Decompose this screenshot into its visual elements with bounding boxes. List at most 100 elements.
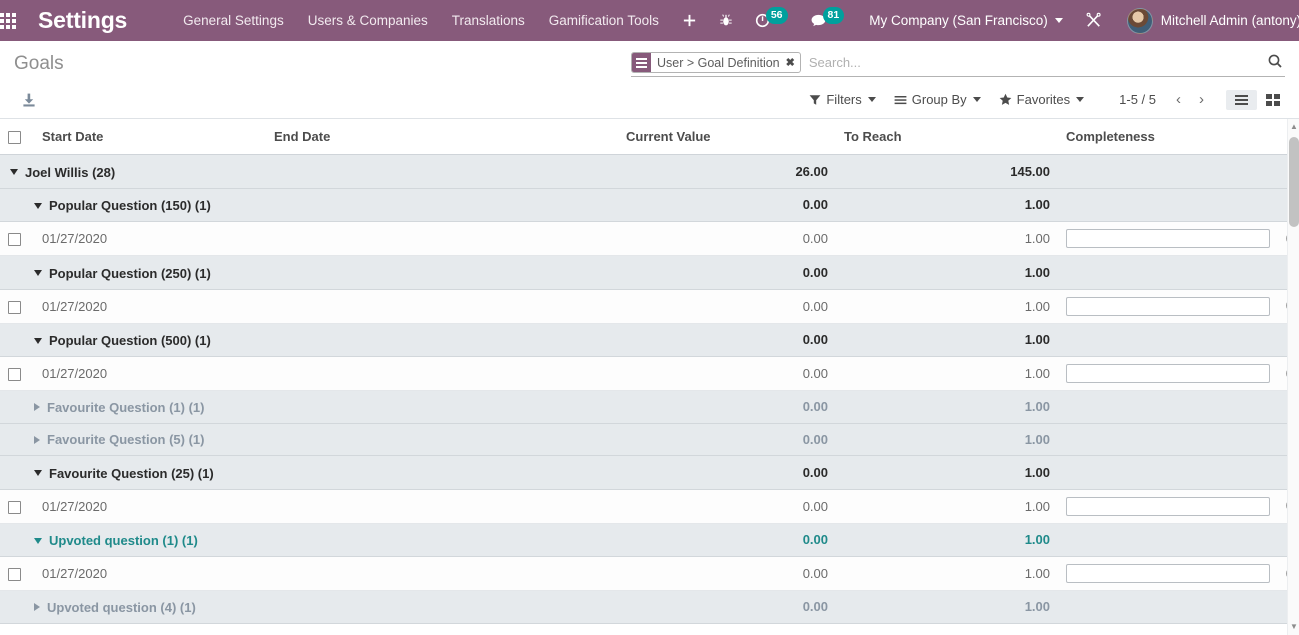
table-row[interactable]: 01/27/2020 0.001.000%: [0, 289, 1299, 324]
column-header-completeness[interactable]: Completeness: [1058, 119, 1287, 156]
cell-end-date[interactable]: [266, 356, 618, 392]
row-select-cell: [0, 221, 34, 257]
cell-current-value[interactable]: 0.00: [618, 356, 836, 392]
cell-completeness[interactable]: 0%: [1058, 221, 1299, 257]
cell-end-date[interactable]: [266, 489, 618, 524]
plus-icon[interactable]: [671, 0, 708, 41]
caret-right-icon: [34, 435, 40, 444]
cell-completeness[interactable]: 0%: [1058, 289, 1299, 324]
bug-icon[interactable]: [708, 0, 744, 41]
group-row[interactable]: Favourite Question (1) (1) 0.00 1.00: [0, 390, 1287, 424]
group-row-label-cell[interactable]: Joel Willis (28): [0, 154, 618, 189]
group-to-reach: 1.00: [836, 590, 1058, 624]
cell-to-reach[interactable]: 1.00: [836, 356, 1058, 392]
row-checkbox[interactable]: [8, 300, 21, 314]
group-row-label-cell[interactable]: Upvoted question (4) (1): [0, 590, 618, 624]
group-row-label-cell[interactable]: Favourite Question (1) (1): [0, 390, 618, 424]
caret-down-icon: [34, 337, 42, 344]
list-view-icon[interactable]: [1226, 89, 1257, 110]
cell-start-date[interactable]: 01/27/2020: [34, 221, 266, 257]
row-checkbox[interactable]: [8, 233, 21, 247]
user-menu[interactable]: Mitchell Admin (antony): [1117, 0, 1299, 41]
messages-count-badge: 81: [822, 7, 845, 24]
control-panel: Goals User > Goal Definition ✖ Search...…: [0, 41, 1299, 119]
cell-end-date[interactable]: [266, 556, 618, 592]
cell-start-date[interactable]: 01/27/2020: [34, 356, 266, 392]
download-export-icon[interactable]: [14, 89, 44, 111]
column-header-to-reach[interactable]: To Reach: [836, 119, 1058, 156]
group-by-dropdown[interactable]: Group By: [885, 88, 990, 111]
chevron-right-icon[interactable]: ›: [1191, 90, 1212, 109]
cell-completeness[interactable]: 0%: [1058, 556, 1299, 592]
apps-menu-button[interactable]: [0, 0, 16, 41]
nav-item-translations[interactable]: Translations: [440, 2, 537, 39]
cell-to-reach[interactable]: 1.00: [836, 221, 1058, 257]
group-row[interactable]: Popular Question (250) (1) 0.00 1.00: [0, 255, 1287, 290]
cell-completeness[interactable]: 0%: [1058, 356, 1299, 392]
search-facet-groupby[interactable]: User > Goal Definition ✖: [631, 52, 801, 73]
activities-menu-button[interactable]: 56: [744, 0, 799, 41]
group-row[interactable]: Popular Question (500) (1) 0.00 1.00: [0, 323, 1287, 358]
group-label: Joel Willis (28): [25, 164, 116, 180]
magnifier-icon[interactable]: [1261, 53, 1285, 73]
table-row[interactable]: 01/27/2020 0.001.000%: [0, 489, 1299, 524]
cell-to-reach[interactable]: 1.00: [836, 489, 1058, 524]
group-row[interactable]: Upvoted question (1) (1) 0.00 1.00: [0, 523, 1287, 558]
cell-end-date[interactable]: [266, 221, 618, 257]
cell-start-date[interactable]: 01/27/2020: [34, 556, 266, 592]
group-row-label-cell[interactable]: Upvoted question (1) (1): [0, 523, 618, 558]
cell-completeness[interactable]: 0%: [1058, 489, 1299, 524]
scroll-down-arrow-icon[interactable]: ▼: [1290, 623, 1298, 631]
group-row-label-cell[interactable]: Favourite Question (25) (1): [0, 455, 618, 490]
scrollbar-thumb[interactable]: [1289, 137, 1299, 227]
filters-dropdown[interactable]: Filters: [800, 88, 884, 111]
cell-to-reach[interactable]: 1.00: [836, 289, 1058, 324]
cell-end-date[interactable]: [266, 289, 618, 324]
cell-current-value[interactable]: 0.00: [618, 489, 836, 524]
search-input[interactable]: [802, 52, 1261, 73]
top-navbar: Settings General Settings Users & Compan…: [0, 0, 1299, 41]
scroll-up-arrow-icon[interactable]: ▲: [1290, 123, 1298, 131]
star-icon: [999, 93, 1012, 105]
table-row[interactable]: 01/27/2020 0.001.000%: [0, 221, 1299, 257]
group-row-label-cell[interactable]: Favourite Question (5) (1): [0, 423, 618, 457]
row-checkbox[interactable]: [8, 368, 21, 382]
group-row[interactable]: Upvoted question (4) (1) 0.00 1.00: [0, 590, 1287, 624]
group-row[interactable]: Favourite Question (25) (1) 0.00 1.00: [0, 455, 1287, 490]
group-label: Upvoted question (1) (1): [49, 533, 198, 549]
nav-item-gamification-tools[interactable]: Gamification Tools: [537, 2, 671, 39]
cell-start-date[interactable]: 01/27/2020: [34, 489, 266, 524]
nav-item-general-settings[interactable]: General Settings: [171, 2, 296, 39]
select-all-header: [0, 119, 34, 156]
cell-current-value[interactable]: 0.00: [618, 289, 836, 324]
group-row-label-cell[interactable]: Popular Question (150) (1): [0, 188, 618, 223]
vertical-scrollbar[interactable]: ▲ ▼: [1287, 119, 1299, 635]
nav-item-users-companies[interactable]: Users & Companies: [296, 2, 440, 39]
cell-current-value[interactable]: 0.00: [618, 556, 836, 592]
cell-start-date[interactable]: 01/27/2020: [34, 289, 266, 324]
table-row[interactable]: 01/27/2020 0.001.000%: [0, 556, 1299, 592]
table-row[interactable]: 01/27/2020 0.001.000%: [0, 356, 1299, 392]
messages-menu-button[interactable]: 81: [799, 0, 856, 41]
row-select-cell: [0, 489, 34, 524]
cell-current-value[interactable]: 0.00: [618, 221, 836, 257]
select-all-checkbox[interactable]: [8, 131, 21, 145]
chevron-left-icon[interactable]: ‹: [1168, 90, 1189, 109]
group-row-label-cell[interactable]: Popular Question (500) (1): [0, 323, 618, 358]
row-checkbox[interactable]: [8, 568, 21, 582]
group-row[interactable]: Favourite Question (5) (1) 0.00 1.00: [0, 423, 1287, 457]
company-switcher[interactable]: My Company (San Francisco): [855, 2, 1071, 39]
row-checkbox[interactable]: [8, 500, 21, 514]
developer-tools-button[interactable]: [1071, 0, 1117, 41]
group-row[interactable]: Joel Willis (28) 26.00 145.00: [0, 154, 1287, 189]
group-row-label-cell[interactable]: Popular Question (250) (1): [0, 255, 618, 290]
kanban-view-icon[interactable]: [1257, 89, 1289, 111]
column-header-current-value[interactable]: Current Value: [618, 119, 836, 156]
close-x-icon[interactable]: ✖: [784, 53, 800, 72]
group-row[interactable]: Popular Question (150) (1) 0.00 1.00: [0, 188, 1287, 223]
caret-down-icon: [34, 202, 42, 209]
cell-to-reach[interactable]: 1.00: [836, 556, 1058, 592]
column-header-end-date[interactable]: End Date: [266, 119, 618, 156]
column-header-start-date[interactable]: Start Date: [34, 119, 266, 156]
favorites-dropdown[interactable]: Favorites: [990, 88, 1093, 111]
